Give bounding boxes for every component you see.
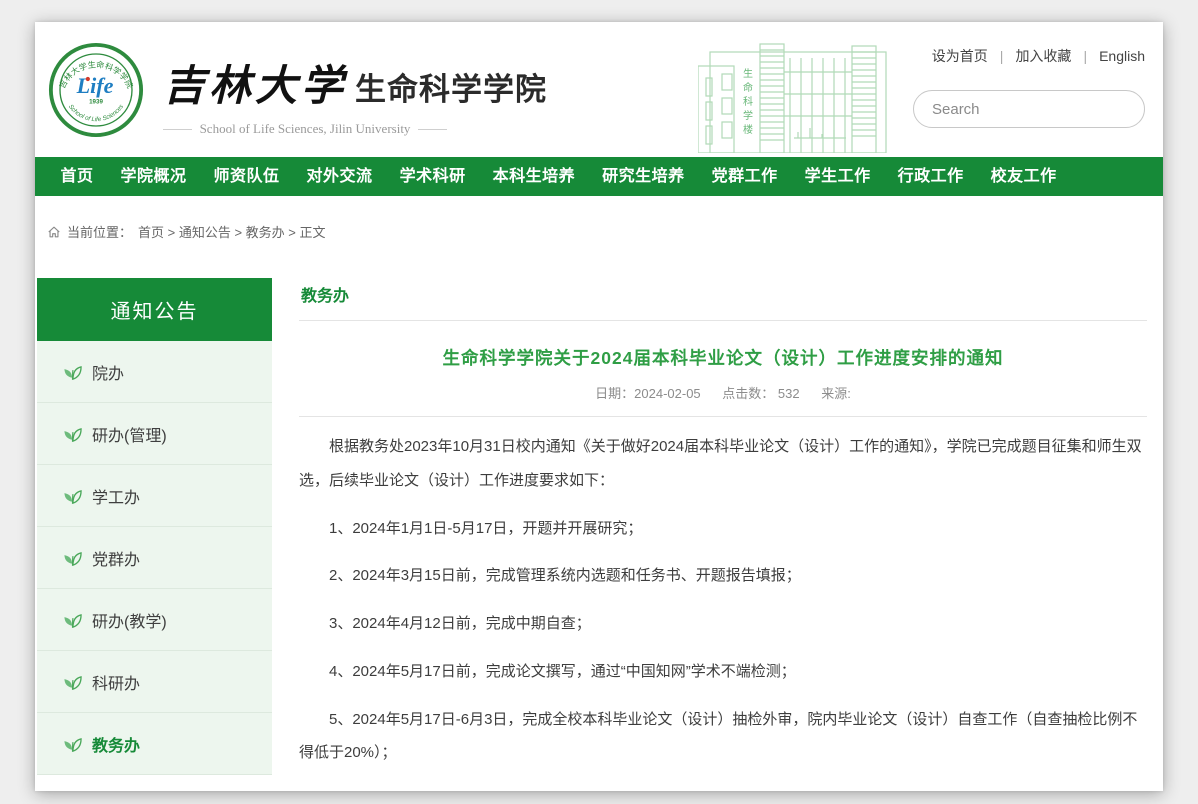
leaf-icon — [63, 610, 82, 629]
english-link[interactable]: English — [1099, 48, 1145, 64]
breadcrumb-trail[interactable]: 首页 > 通知公告 > 教务办 > 正文 — [138, 222, 325, 241]
set-homepage-link[interactable]: 设为首页 — [932, 46, 988, 66]
sidebar-item-label: 科研办 — [92, 670, 140, 694]
sidebar-item[interactable]: 党群办 — [37, 527, 272, 589]
sidebar-item-label: 党群办 — [92, 546, 140, 570]
nav-item[interactable]: 对外交流 — [293, 157, 386, 196]
sidebar-item-label: 教务办 — [92, 732, 140, 756]
quick-links-separator: | — [1000, 48, 1004, 64]
nav-item[interactable]: 研究生培养 — [589, 157, 699, 196]
article-source: 来源: — [821, 386, 851, 401]
nav-item[interactable]: 党群工作 — [698, 157, 791, 196]
university-logo: 吉林大学生命科学学院 School of Life Sciences Life … — [48, 42, 144, 138]
sidebar-item[interactable]: 科研办 — [37, 651, 272, 713]
sidebar-item-label: 院办 — [92, 360, 124, 384]
article-panel: 教务办 生命科学学院关于2024届本科毕业论文（设计）工作进度安排的通知 日期：… — [299, 278, 1147, 784]
site-subtitle: School of Life Sciences, Jilin Universit… — [192, 121, 419, 137]
search-input[interactable] — [932, 101, 1131, 118]
logo-red-dot — [86, 77, 90, 81]
sidebar-item[interactable]: 研办(教学) — [37, 589, 272, 651]
home-icon — [47, 225, 61, 239]
article-date: 日期：2024-02-05 — [595, 386, 701, 401]
site-header: 吉林大学生命科学学院 School of Life Sciences Life … — [35, 22, 1163, 157]
article-meta: 日期：2024-02-05 点击数： 532 来源: — [299, 383, 1147, 402]
article-paragraph: 3、2024年4月12日前，完成中期自查； — [299, 607, 1147, 641]
sidebar-title: 通知公告 — [37, 278, 272, 341]
nav-item[interactable]: 本科生培养 — [479, 157, 589, 196]
quick-links: 设为首页 | 加入收藏 | English — [932, 46, 1145, 66]
nav-item[interactable]: 首页 — [47, 157, 107, 196]
sidebar-item-label: 学工办 — [92, 484, 140, 508]
nav-item[interactable]: 师资队伍 — [200, 157, 293, 196]
sidebar-item[interactable]: 教务办 — [37, 713, 272, 775]
sidebar-item[interactable]: 研办(管理) — [37, 403, 272, 465]
site-title: 生命科学学院 — [355, 64, 547, 109]
leaf-icon — [63, 486, 82, 505]
article-paragraph: 2、2024年3月15日前，完成管理系统内选题和任务书、开题报告填报； — [299, 559, 1147, 593]
article-paragraph: 4、2024年5月17日前，完成论文撰写，通过“中国知网”学术不端检测； — [299, 655, 1147, 689]
nav-item[interactable]: 学院概况 — [107, 157, 200, 196]
sidebar-item[interactable]: 院办 — [37, 341, 272, 403]
sidebar-item-label: 研办(教学) — [92, 608, 167, 632]
subtitle-rule-left — [163, 129, 192, 130]
search-box[interactable] — [913, 90, 1145, 128]
nav-item[interactable]: 行政工作 — [884, 157, 977, 196]
article-body: 根据教务处2023年10月31日校内通知《关于做好2024届本科毕业论文（设计）… — [299, 417, 1147, 770]
leaf-icon — [63, 424, 82, 443]
main-nav: 首页 学院概况 师资队伍 对外交流 学术科研 本科生培养 研究生培养 党群工作 … — [35, 157, 1163, 196]
subtitle-rule-right — [418, 129, 447, 130]
sidebar-list: 院办 研办(管理) — [37, 341, 272, 775]
nav-item[interactable]: 学生工作 — [791, 157, 884, 196]
sidebar-item-label: 研办(管理) — [92, 422, 167, 446]
article-paragraph: 5、2024年5月17日-6月3日，完成全校本科毕业论文（设计）抽检外审，院内毕… — [299, 703, 1147, 771]
quick-links-separator: | — [1083, 48, 1087, 64]
leaf-icon — [63, 672, 82, 691]
building-label: 生命科学楼 — [741, 67, 753, 138]
sidebar: 通知公告 院办 — [37, 278, 272, 775]
sidebar-item[interactable]: 学工办 — [37, 465, 272, 527]
nav-item[interactable]: 学术科研 — [386, 157, 479, 196]
breadcrumb-prefix: 当前位置： — [67, 222, 132, 241]
breadcrumb: 当前位置： 首页 > 通知公告 > 教务办 > 正文 — [47, 222, 1163, 241]
logo-year: 1939 — [89, 98, 103, 105]
article-title: 生命科学学院关于2024届本科毕业论文（设计）工作进度安排的通知 — [299, 345, 1147, 370]
leaf-icon — [63, 362, 82, 381]
nav-item[interactable]: 校友工作 — [977, 157, 1070, 196]
logo-word: Life — [76, 73, 114, 98]
site-title-calligraphy: 吉林大学 — [163, 52, 347, 113]
site-title-block: 吉林大学 生命科学学院 School of Life Sciences, Jil… — [163, 52, 547, 137]
leaf-icon — [63, 548, 82, 567]
section-label: 教务办 — [301, 282, 1147, 306]
article-hits: 点击数： 532 — [722, 386, 799, 401]
page-card: 吉林大学生命科学学院 School of Life Sciences Life … — [35, 22, 1163, 791]
site-subtitle-row: School of Life Sciences, Jilin Universit… — [163, 121, 447, 137]
section-divider — [299, 320, 1147, 321]
building-line-art: 生命科学楼 — [698, 38, 896, 153]
article-paragraph: 1、2024年1月1日-5月17日，开题并开展研究； — [299, 512, 1147, 546]
add-favorite-link[interactable]: 加入收藏 — [1015, 46, 1071, 66]
article-paragraph: 根据教务处2023年10月31日校内通知《关于做好2024届本科毕业论文（设计）… — [299, 430, 1147, 498]
leaf-icon — [63, 734, 82, 753]
